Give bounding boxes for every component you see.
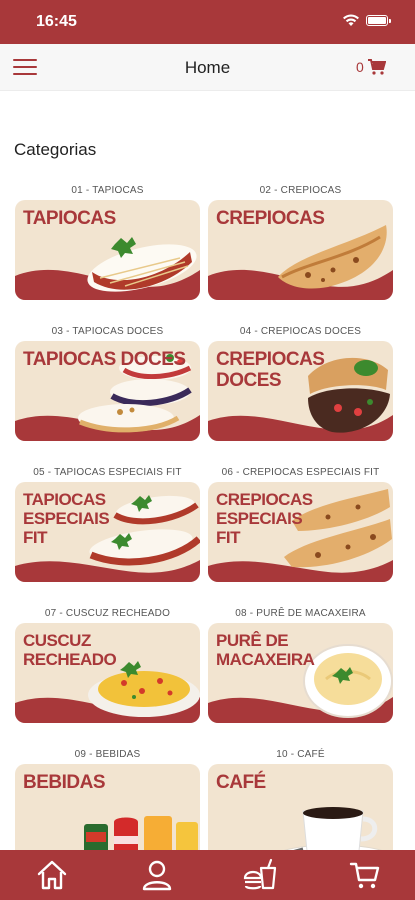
category-caption: 09 - BEBIDAS [74, 749, 141, 760]
category-cafe[interactable]: 10 - CAFÉ CAFÉ [208, 747, 393, 864]
category-crepiocas-especiais-fit[interactable]: 06 - CREPIOCAS ESPECIAIS FIT CREPIOCAS E… [208, 465, 393, 582]
category-label: CREPIOCAS DOCES [216, 349, 325, 391]
category-bebidas[interactable]: 09 - BEBIDAS BEBIDAS [15, 747, 200, 864]
category-caption: 06 - CREPIOCAS ESPECIAIS FIT [221, 467, 380, 478]
battery-icon [366, 15, 391, 26]
category-label: TAPIOCAS [23, 208, 116, 229]
food-icon [243, 858, 277, 890]
category-caption: 01 - TAPIOCAS [71, 185, 144, 196]
category-caption: 07 - CUSCUZ RECHEADO [44, 608, 171, 619]
category-label: CREPIOCAS ESPECIAIS FIT [216, 490, 313, 547]
app-bar: Home 0 [0, 44, 415, 91]
category-label: CREPIOCAS [216, 208, 325, 229]
category-caption: 04 - CREPIOCAS DOCES [239, 326, 362, 337]
category-caption: 10 - CAFÉ [276, 749, 325, 760]
nav-cart[interactable] [348, 858, 382, 892]
category-crepiocas[interactable]: 02 - CREPIOCAS CREPIOCAS [208, 183, 393, 300]
user-icon [142, 860, 172, 891]
cart-count: 0 [356, 59, 364, 75]
category-cuscuz-recheado[interactable]: 07 - CUSCUZ RECHEADO CUSCUZ RECHEADO [15, 606, 200, 723]
category-card[interactable]: CREPIOCAS [208, 200, 393, 300]
category-tapiocas-doces[interactable]: 03 - TAPIOCAS DOCES TAPIOCAS DOCES [15, 324, 200, 441]
category-card[interactable]: CAFÉ [208, 764, 393, 864]
nav-menu-food[interactable] [243, 858, 277, 892]
category-tapiocas-especiais-fit[interactable]: 05 - TAPIOCAS ESPECIAIS FIT TAPIOCAS ESP… [15, 465, 200, 582]
category-caption: 05 - TAPIOCAS ESPECIAIS FIT [33, 467, 182, 478]
category-card[interactable]: TAPIOCAS ESPECIAIS FIT [15, 482, 200, 582]
category-card[interactable]: PURÊ DE MACAXEIRA [208, 623, 393, 723]
category-card[interactable]: CREPIOCAS ESPECIAIS FIT [208, 482, 393, 582]
category-pure-de-macaxeira[interactable]: 08 - PURÊ DE MACAXEIRA PURÊ DE MACAXEIRA [208, 606, 393, 723]
page-title: Home [184, 58, 231, 77]
status-bar: 16:45 [0, 0, 415, 44]
category-card[interactable]: TAPIOCAS [15, 200, 200, 300]
category-card[interactable]: CUSCUZ RECHEADO [15, 623, 200, 723]
nav-home[interactable] [35, 858, 69, 892]
category-card[interactable]: CREPIOCAS DOCES [208, 341, 393, 441]
nav-profile[interactable] [140, 858, 174, 892]
section-title: Categorias [14, 140, 97, 159]
cart-icon [349, 862, 380, 889]
category-caption: 08 - PURÊ DE MACAXEIRA [235, 608, 366, 619]
header-cart-button[interactable]: 0 [356, 59, 386, 75]
category-label: TAPIOCAS DOCES [23, 349, 186, 370]
category-card[interactable]: TAPIOCAS DOCES [15, 341, 200, 441]
status-time: 16:45 [36, 13, 77, 30]
bottom-nav [0, 850, 415, 900]
category-crepiocas-doces[interactable]: 04 - CREPIOCAS DOCES CREPIOCAS DOCES [208, 324, 393, 441]
cart-icon [367, 59, 386, 75]
home-icon [37, 860, 67, 890]
category-label: CAFÉ [216, 772, 266, 793]
category-tapiocas[interactable]: 01 - TAPIOCAS TAPIOCAS [15, 183, 200, 300]
wifi-icon [343, 14, 359, 26]
category-card[interactable]: BEBIDAS [15, 764, 200, 864]
category-label: BEBIDAS [23, 772, 106, 793]
category-label: CUSCUZ RECHEADO [23, 631, 117, 669]
category-caption: 03 - TAPIOCAS DOCES [51, 326, 164, 337]
category-label: TAPIOCAS ESPECIAIS FIT [23, 490, 110, 547]
category-label: PURÊ DE MACAXEIRA [216, 631, 315, 669]
category-caption: 02 - CREPIOCAS [259, 185, 342, 196]
